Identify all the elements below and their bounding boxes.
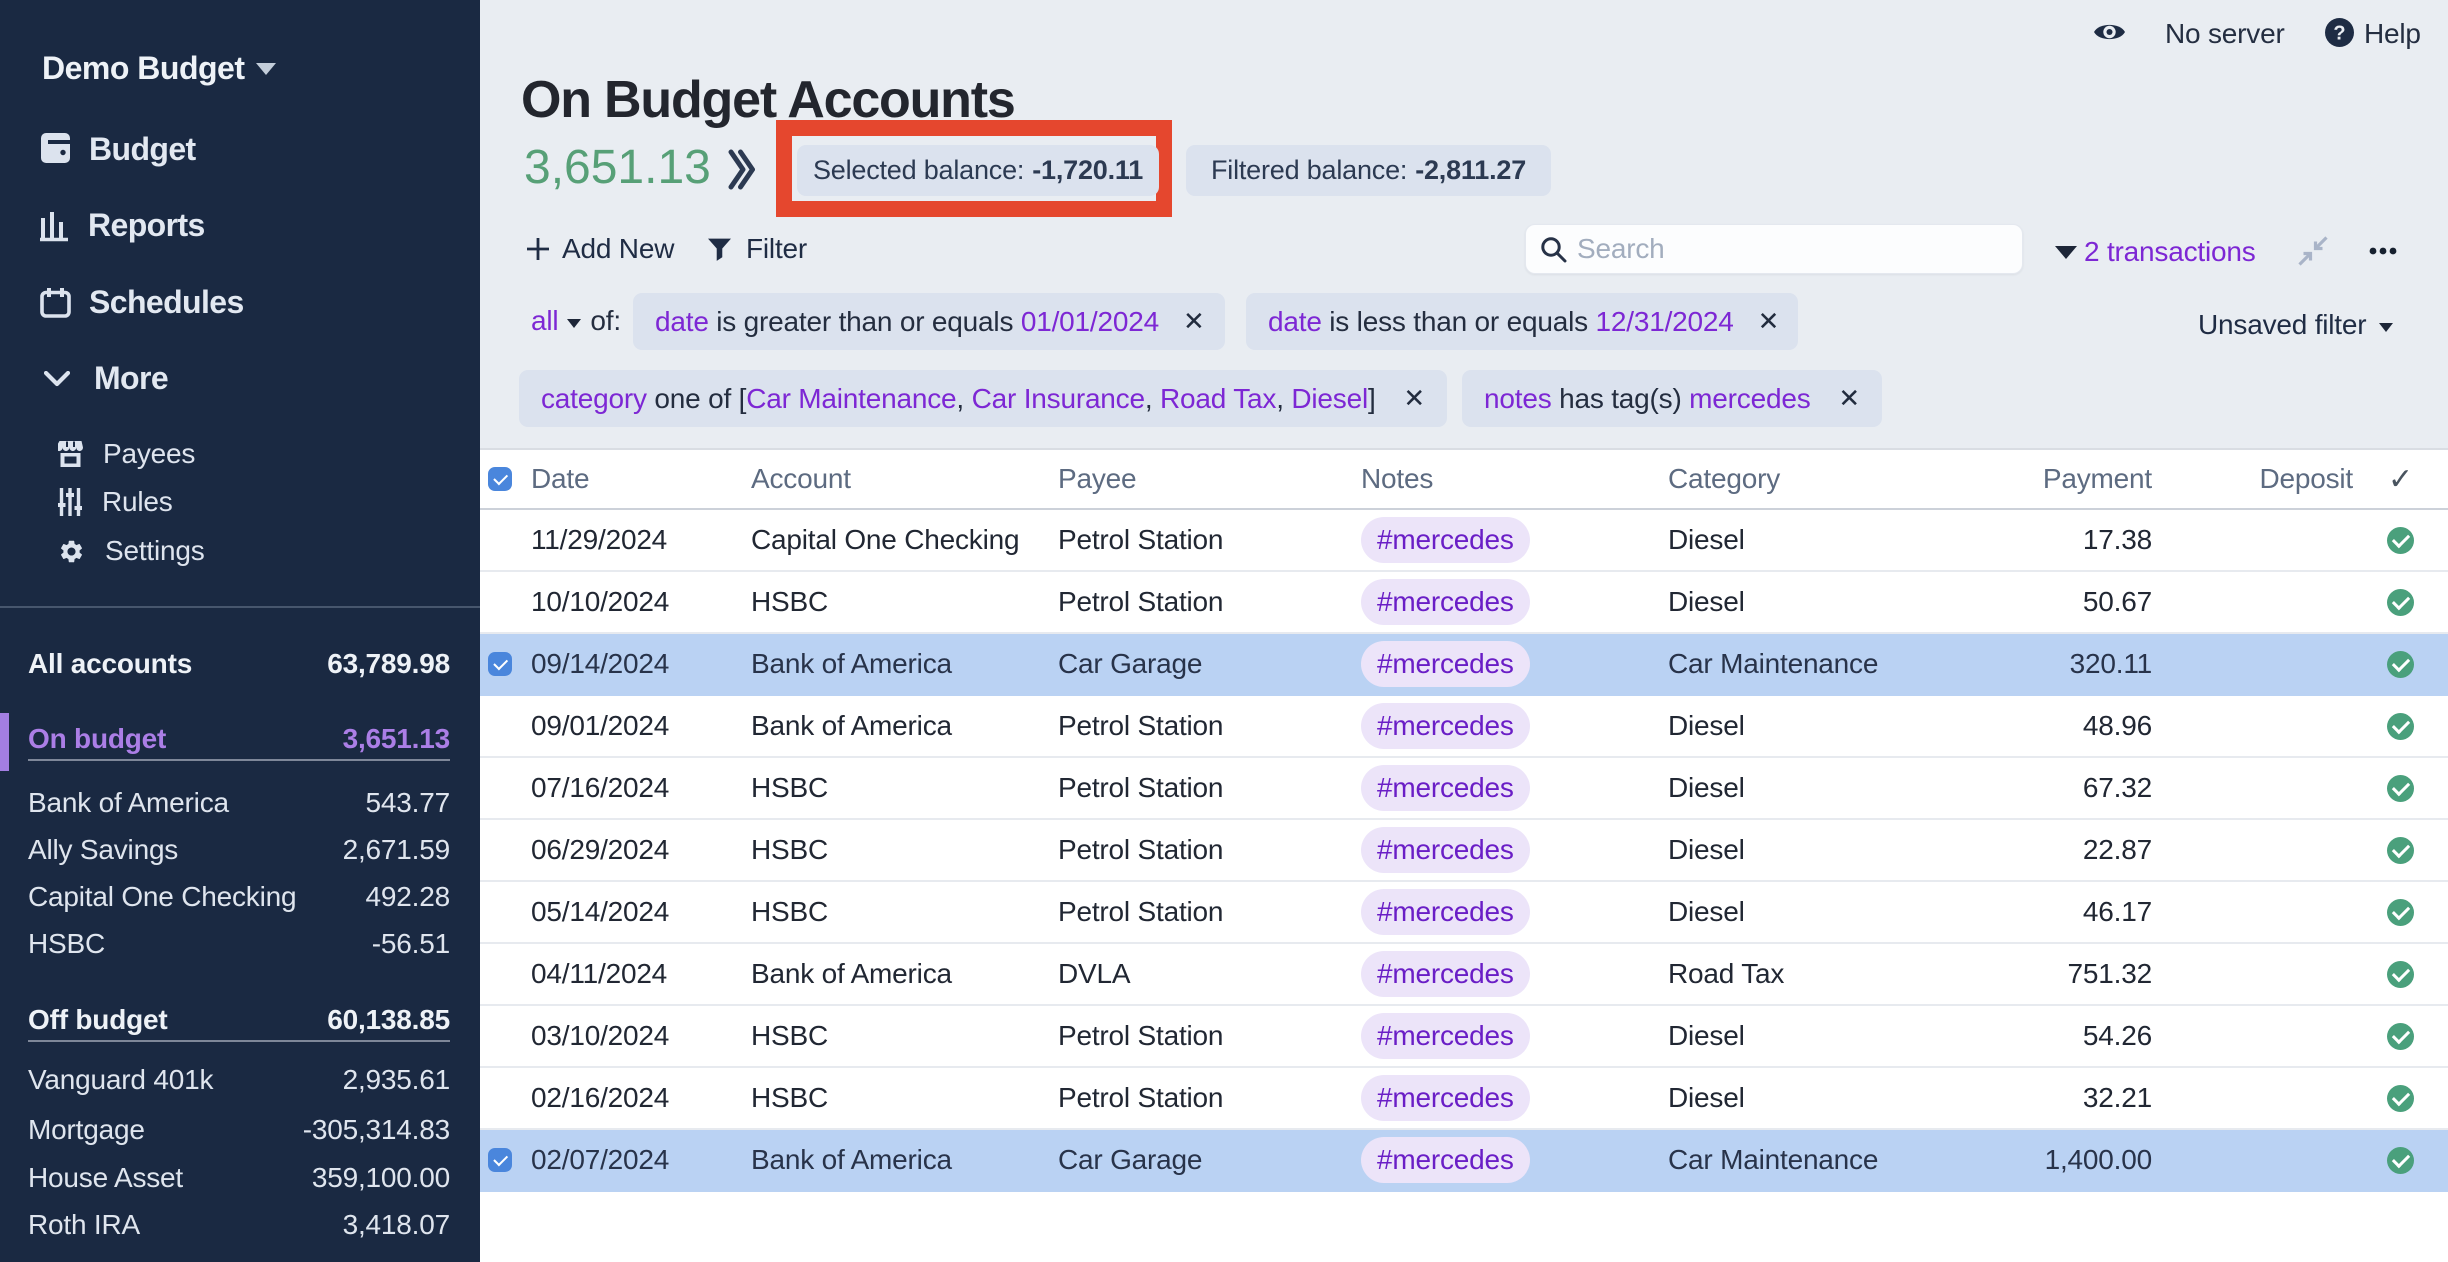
svg-text:?: ? bbox=[2333, 23, 2345, 45]
